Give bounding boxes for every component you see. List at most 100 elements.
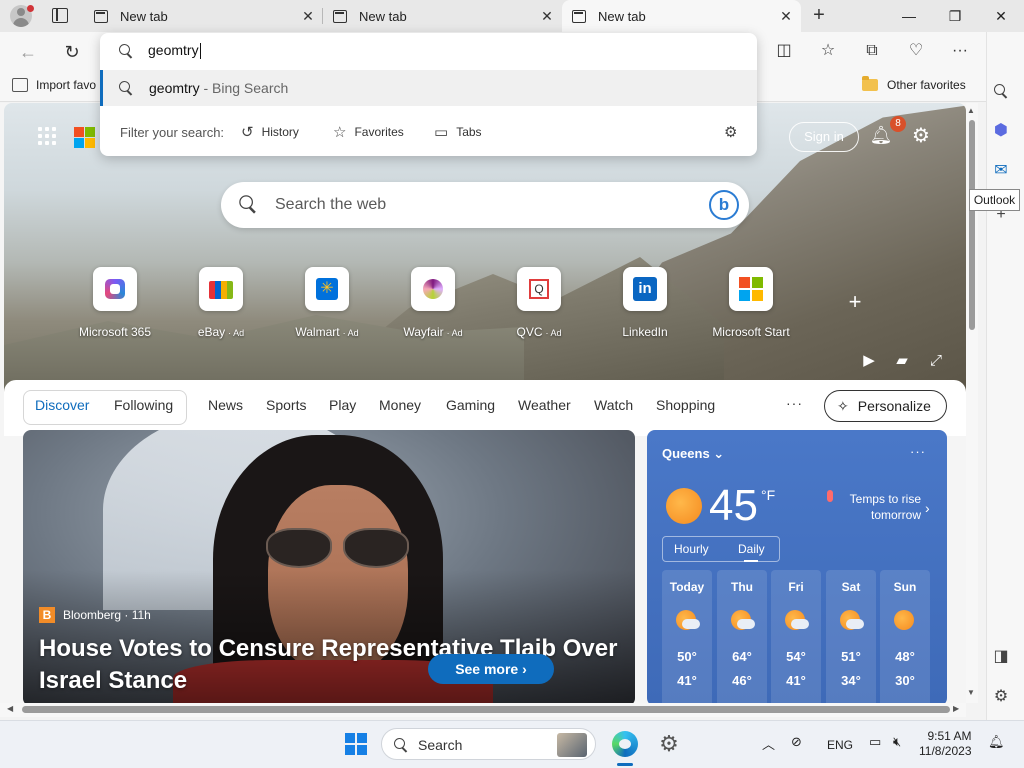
address-input[interactable]: geomtry bbox=[148, 42, 201, 60]
more-categories-icon[interactable]: ··· bbox=[786, 395, 803, 411]
weather-card[interactable]: Queens ⌄ ··· 45 °F Temps to rise tomorro… bbox=[647, 430, 947, 703]
notifications-bell-icon[interactable]: 🔔︎ bbox=[869, 125, 893, 149]
tab-shopping[interactable]: Shopping bbox=[656, 397, 715, 413]
tab-3-active[interactable]: New tab ✕ bbox=[562, 0, 801, 32]
web-search-box[interactable] bbox=[221, 182, 749, 228]
address-bar[interactable]: geomtry bbox=[100, 33, 757, 70]
filter-tabs[interactable]: ▭ Tabs bbox=[434, 123, 482, 141]
forecast-day[interactable]: Fri 54° 41° bbox=[771, 570, 821, 703]
sidebar-microsoft365-icon[interactable]: ⬢ bbox=[990, 120, 1012, 142]
sidebar-settings-gear-icon[interactable]: ⚙ bbox=[990, 686, 1012, 708]
expand-icon[interactable]: ⤢ bbox=[927, 352, 945, 370]
back-arrow-icon[interactable]: ← bbox=[16, 40, 40, 64]
forecast-day[interactable]: Sat 51° 34° bbox=[826, 570, 876, 703]
settings-app-gear-icon[interactable]: ⚙ bbox=[656, 731, 682, 757]
import-icon bbox=[12, 78, 28, 92]
split-screen-icon[interactable]: ◫ bbox=[773, 40, 795, 62]
search-icon bbox=[239, 195, 257, 213]
search-suggestion[interactable]: geomtry - Bing Search bbox=[100, 70, 757, 106]
network-disconnected-icon[interactable]: ⊘ bbox=[791, 734, 802, 750]
quick-link-microsoft365[interactable]: Microsoft 365 bbox=[62, 267, 168, 339]
tab-news[interactable]: News bbox=[208, 397, 243, 413]
other-favorites-button[interactable]: Other favorites bbox=[862, 76, 966, 92]
tab-discover[interactable]: Discover bbox=[35, 397, 89, 413]
search-icon bbox=[119, 81, 133, 95]
scroll-left-icon[interactable]: ◀ bbox=[7, 704, 13, 713]
minimize-icon[interactable]: — bbox=[886, 0, 932, 32]
tab-watch[interactable]: Watch bbox=[594, 397, 633, 413]
system-clock[interactable]: 9:51 AM 11/8/2023 bbox=[919, 729, 972, 759]
window-close-icon[interactable]: ✕ bbox=[978, 0, 1024, 32]
windows-start-icon[interactable] bbox=[345, 733, 367, 755]
personalize-button[interactable]: ✧ Personalize bbox=[824, 390, 947, 422]
forecast-day[interactable]: Thu 64° 46° bbox=[717, 570, 767, 703]
close-icon[interactable]: ✕ bbox=[771, 8, 801, 25]
tab-daily[interactable]: Daily bbox=[738, 542, 765, 556]
quick-link-walmart[interactable]: ✳ Walmart · Ad bbox=[274, 267, 380, 339]
bloomberg-logo-icon: B bbox=[39, 607, 55, 623]
browser-essentials-icon[interactable]: ♡ bbox=[905, 40, 927, 62]
sidebar-hide-icon[interactable]: ◨ bbox=[990, 646, 1012, 668]
tab-2[interactable]: New tab ✕ bbox=[323, 0, 562, 32]
tab-weather[interactable]: Weather bbox=[518, 397, 571, 413]
tab-following[interactable]: Following bbox=[114, 397, 173, 413]
weather-alert[interactable]: Temps to rise tomorrow bbox=[827, 491, 921, 523]
tab-actions-icon[interactable] bbox=[52, 8, 68, 23]
weather-more-icon[interactable]: ··· bbox=[910, 444, 926, 459]
quick-link-wayfair[interactable]: Wayfair · Ad bbox=[380, 267, 486, 339]
horizontal-scroll-thumb[interactable] bbox=[22, 706, 950, 713]
tab-play[interactable]: Play bbox=[329, 397, 356, 413]
quick-link-qvc[interactable]: Q QVC · Ad bbox=[486, 267, 592, 339]
page-settings-gear-icon[interactable]: ⚙ bbox=[909, 124, 933, 148]
favorites-star-icon[interactable]: ☆ bbox=[817, 40, 839, 62]
filter-history[interactable]: ↺ History bbox=[241, 123, 299, 141]
close-icon[interactable]: ✕ bbox=[293, 8, 323, 25]
tab-hourly[interactable]: Hourly bbox=[674, 542, 709, 556]
display-icon[interactable]: ▭ bbox=[869, 734, 881, 750]
volume-muted-icon[interactable]: 🔇︎ bbox=[893, 734, 901, 750]
search-settings-gear-icon[interactable]: ⚙ bbox=[724, 123, 745, 141]
close-icon[interactable]: ✕ bbox=[532, 8, 562, 25]
bing-chat-icon[interactable] bbox=[709, 190, 739, 220]
refresh-icon[interactable]: ↻ bbox=[60, 40, 84, 64]
web-search-input[interactable] bbox=[275, 182, 695, 228]
sign-in-button[interactable]: Sign in bbox=[789, 122, 859, 152]
microsoft365-icon bbox=[93, 267, 137, 311]
import-favorites-button[interactable]: Import favo bbox=[12, 78, 96, 92]
scroll-right-icon[interactable]: ▶ bbox=[953, 704, 959, 713]
show-hidden-icons-chevron-icon[interactable]: ︿ bbox=[762, 734, 775, 753]
sunny-icon bbox=[894, 610, 916, 632]
new-tab-page-icon bbox=[333, 9, 347, 23]
quick-link-microsoft-start[interactable]: Microsoft Start bbox=[698, 267, 804, 339]
scroll-up-icon[interactable]: ▲ bbox=[967, 106, 975, 115]
sidebar-search-icon[interactable] bbox=[990, 80, 1012, 102]
scroll-down-icon[interactable]: ▼ bbox=[967, 688, 975, 697]
image-info-icon[interactable]: ▰ bbox=[893, 352, 911, 370]
tab-sports[interactable]: Sports bbox=[266, 397, 306, 413]
more-menu-icon[interactable]: ··· bbox=[949, 40, 971, 62]
new-tab-plus-icon[interactable]: + bbox=[808, 4, 830, 26]
collections-icon[interactable]: ⧉ bbox=[861, 40, 883, 62]
quick-link-ebay[interactable]: eBay · Ad bbox=[168, 267, 274, 339]
weather-location[interactable]: Queens ⌄ bbox=[662, 446, 724, 462]
vertical-scroll-thumb[interactable] bbox=[969, 120, 975, 330]
apps-grid-icon[interactable] bbox=[38, 127, 56, 145]
sidebar-outlook-icon[interactable]: ✉ bbox=[990, 160, 1012, 182]
language-indicator[interactable]: ENG bbox=[827, 738, 853, 752]
taskbar-search[interactable]: Search bbox=[381, 728, 596, 760]
tab-1[interactable]: New tab ✕ bbox=[84, 0, 323, 32]
news-card[interactable]: B Bloomberg · 11h House Votes to Censure… bbox=[23, 430, 635, 703]
edge-browser-icon[interactable] bbox=[612, 731, 638, 757]
tab-gaming[interactable]: Gaming bbox=[446, 397, 495, 413]
restore-icon[interactable]: ❐ bbox=[932, 0, 978, 32]
forecast-day[interactable]: Sun 48° 30° bbox=[880, 570, 930, 703]
notification-center-bell-icon[interactable]: 🔔︎ bbox=[988, 734, 1005, 750]
chevron-right-icon[interactable]: › bbox=[925, 500, 930, 516]
see-more-button[interactable]: See more › bbox=[428, 654, 554, 684]
forecast-day[interactable]: Today 50° 41° bbox=[662, 570, 712, 703]
tab-money[interactable]: Money bbox=[379, 397, 421, 413]
quick-link-linkedin[interactable]: in LinkedIn bbox=[592, 267, 698, 339]
add-quick-link-plus-icon[interactable]: + bbox=[846, 291, 864, 313]
play-icon[interactable]: ▶ bbox=[860, 352, 878, 370]
filter-favorites[interactable]: ☆ Favorites bbox=[333, 123, 404, 141]
